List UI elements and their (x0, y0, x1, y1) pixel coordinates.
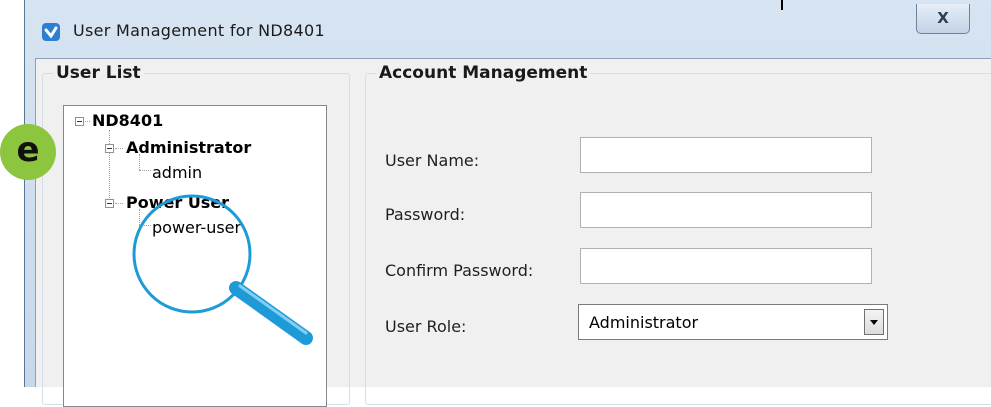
tree-user-admin[interactable]: admin (152, 163, 202, 182)
step-badge: e (0, 124, 56, 180)
account-management-group: Account Management User Name: Password: … (365, 63, 991, 405)
top-edge-mark (781, 0, 783, 10)
confirm-password-label: Confirm Password: (385, 261, 534, 280)
account-management-title: Account Management (376, 63, 591, 83)
tree-connector (85, 121, 90, 122)
close-icon: X (937, 9, 949, 27)
close-button[interactable]: X (916, 4, 970, 34)
user-role-select[interactable]: Administrator (578, 304, 888, 340)
collapse-root-icon[interactable] (75, 117, 84, 126)
confirm-password-input[interactable] (580, 248, 872, 284)
chevron-down-icon[interactable] (864, 309, 884, 335)
tree-connector (115, 148, 123, 149)
tree-root-node[interactable]: ND8401 (92, 111, 163, 130)
window-title: User Management for ND8401 (73, 21, 325, 40)
tree-connector (109, 130, 110, 200)
user-role-selected-value: Administrator (589, 313, 699, 332)
user-role-label: User Role: (385, 317, 467, 336)
user-name-label: User Name: (385, 151, 480, 170)
step-badge-letter: e (16, 130, 40, 170)
title-bar[interactable]: User Management for ND8401 X (25, 0, 991, 58)
tree-group-administrator[interactable]: Administrator (126, 138, 251, 157)
collapse-power-user-icon[interactable] (105, 199, 114, 208)
user-list-title: User List (53, 63, 144, 83)
collapse-administrator-icon[interactable] (105, 144, 114, 153)
tree-connector (139, 170, 151, 171)
tree-connector (139, 154, 140, 170)
password-label: Password: (385, 205, 466, 224)
magnifier-icon (132, 194, 313, 345)
app-icon (42, 23, 60, 41)
password-input[interactable] (580, 192, 872, 228)
user-name-input[interactable] (580, 137, 872, 173)
